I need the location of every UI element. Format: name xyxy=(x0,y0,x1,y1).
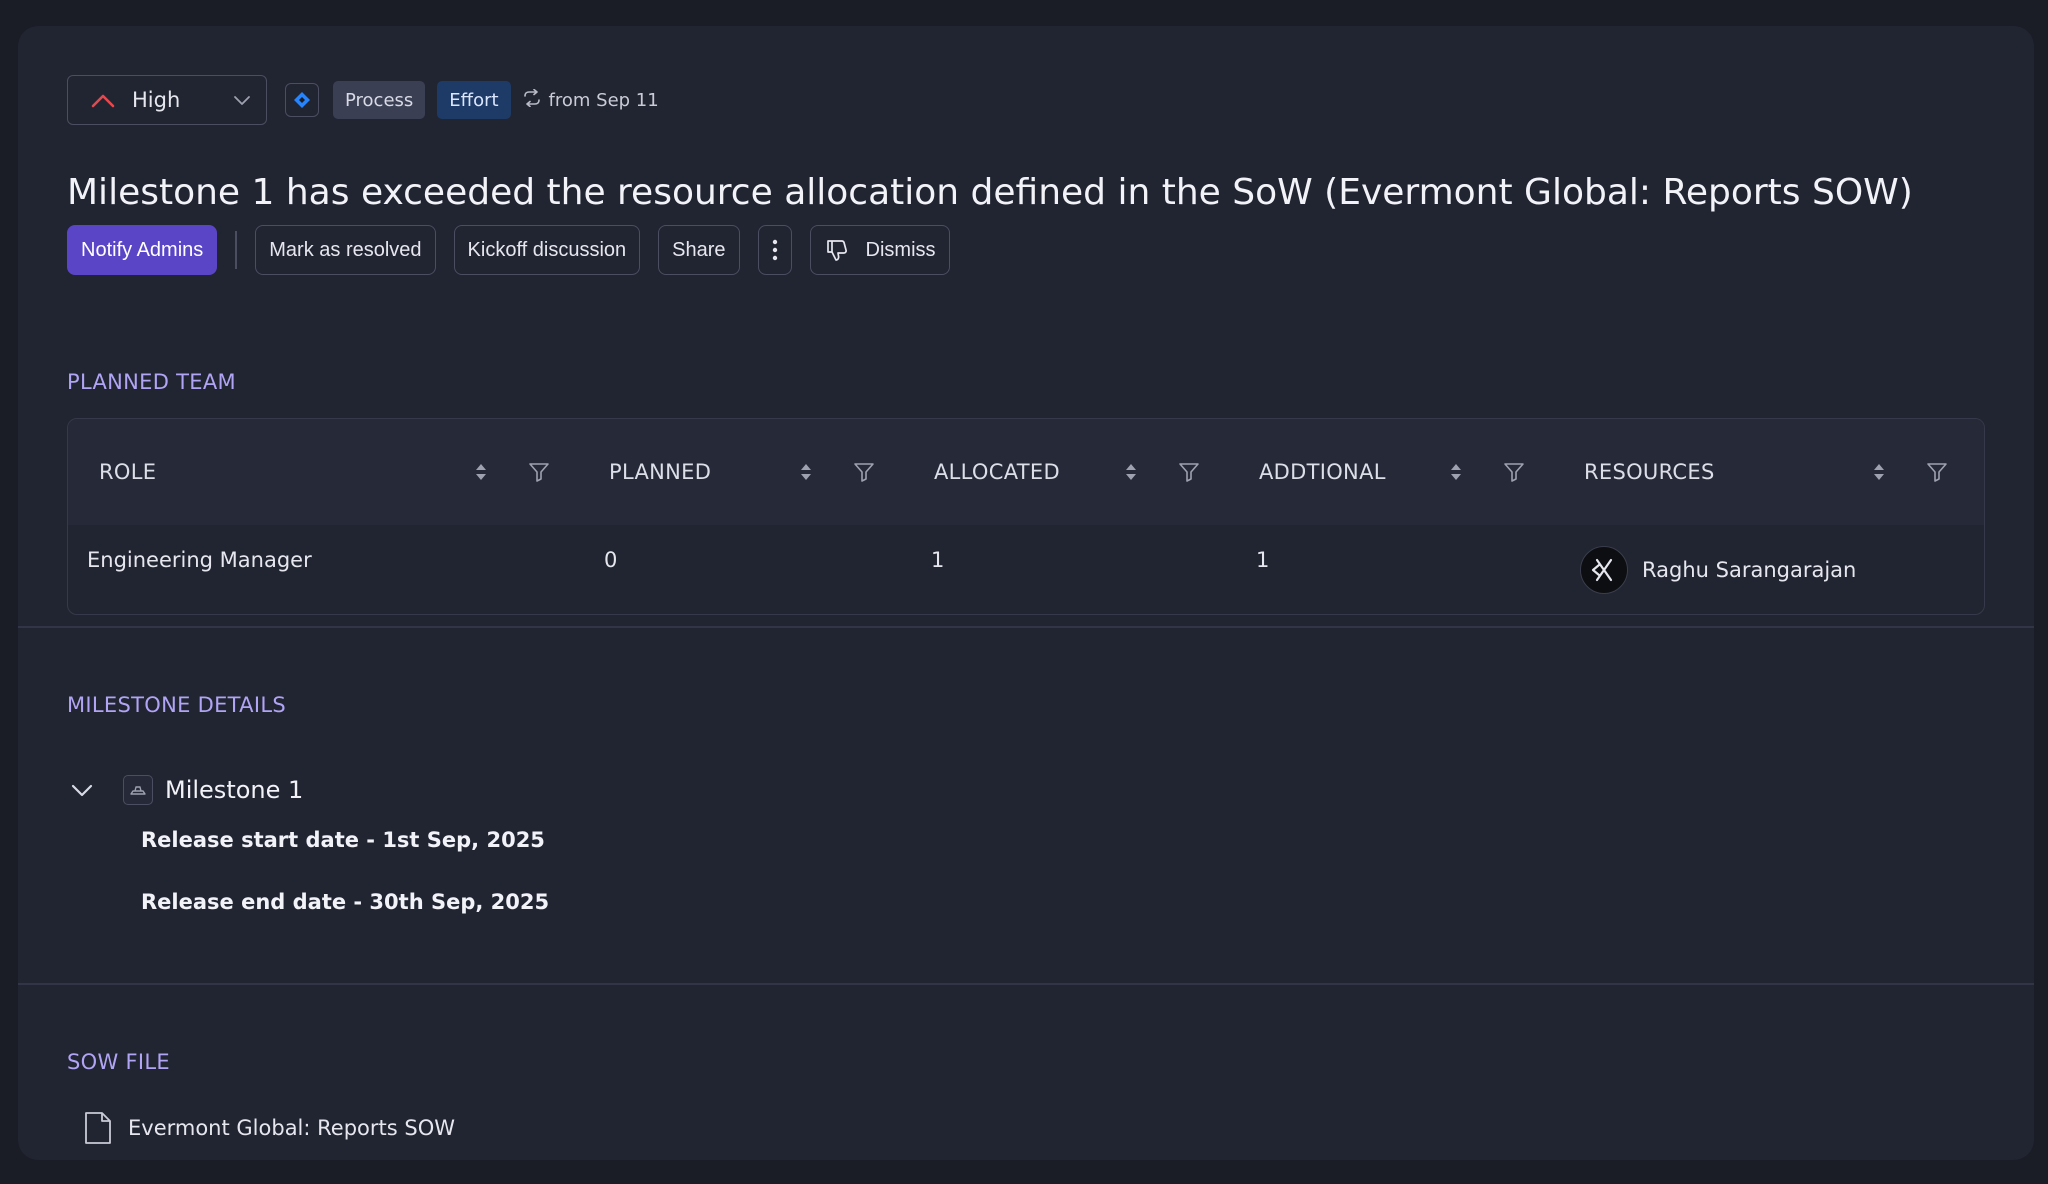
planned-team-table: ROLE PLANNED ALLOCATED ADDTIONAL RESOURC xyxy=(67,418,1985,615)
column-allocated[interactable]: ALLOCATED xyxy=(934,419,1234,525)
milestone-name: Milestone 1 xyxy=(165,776,304,804)
milestone-icon xyxy=(123,775,153,805)
avatar-logo-icon xyxy=(1591,558,1613,581)
release-start-date: Release start date - 1st Sep, 2025 xyxy=(141,828,545,852)
mark-resolved-button[interactable]: Mark as resolved xyxy=(255,225,436,275)
filter-icon[interactable] xyxy=(852,460,876,484)
sort-icon[interactable] xyxy=(1449,461,1465,483)
tag-process: Process xyxy=(333,81,426,119)
sort-icon[interactable] xyxy=(474,461,490,483)
action-bar: Notify Admins Mark as resolved Kickoff d… xyxy=(67,224,1985,276)
filter-icon[interactable] xyxy=(527,460,551,484)
sort-icon[interactable] xyxy=(799,461,815,483)
sow-file-link[interactable]: Evermont Global: Reports SOW xyxy=(82,1108,1985,1148)
chevron-down-icon xyxy=(232,90,252,110)
thumbs-down-icon xyxy=(824,237,850,263)
column-role[interactable]: ROLE xyxy=(99,419,549,525)
table-row[interactable]: Engineering Manager 0 1 1 Raghu Sarangar… xyxy=(68,525,1984,614)
cell-resource: Raghu Sarangarajan xyxy=(1580,525,1856,614)
avatar xyxy=(1580,545,1628,594)
sow-file-name: Evermont Global: Reports SOW xyxy=(128,1116,455,1140)
milestone-header[interactable]: Milestone 1 xyxy=(67,769,1985,811)
planned-team-heading: PLANNED TEAM xyxy=(67,370,236,394)
chevron-down-icon[interactable] xyxy=(69,775,99,805)
since-label: from Sep 11 xyxy=(523,88,659,112)
since-text: from Sep 11 xyxy=(548,89,659,111)
table-header: ROLE PLANNED ALLOCATED ADDTIONAL RESOURC xyxy=(68,419,1984,525)
repeat-icon xyxy=(523,88,541,112)
file-icon xyxy=(82,1110,114,1146)
dismiss-button[interactable]: Dismiss xyxy=(809,225,950,275)
cell-role: Engineering Manager xyxy=(87,548,312,572)
divider xyxy=(235,231,238,269)
tag-row: High Process Effort from Sep 11 xyxy=(67,75,1985,125)
sort-icon[interactable] xyxy=(1124,461,1140,483)
sort-icon[interactable] xyxy=(1872,461,1888,483)
column-planned[interactable]: PLANNED xyxy=(609,419,909,525)
section-divider xyxy=(18,983,2034,985)
column-resources[interactable]: RESOURCES xyxy=(1584,419,1984,525)
section-divider xyxy=(18,626,2034,628)
release-end-date: Release end date - 30th Sep, 2025 xyxy=(141,890,550,914)
page-title: Milestone 1 has exceeded the resource al… xyxy=(67,172,1913,213)
sow-file-heading: SOW FILE xyxy=(67,1050,170,1074)
cell-allocated: 1 xyxy=(931,548,945,572)
cell-additional: 1 xyxy=(1256,548,1270,572)
cell-planned: 0 xyxy=(604,548,618,572)
filter-icon[interactable] xyxy=(1502,460,1526,484)
jira-icon[interactable] xyxy=(285,83,319,117)
kickoff-discussion-button[interactable]: Kickoff discussion xyxy=(453,225,641,275)
dismiss-label: Dismiss xyxy=(865,238,936,261)
insight-card: High Process Effort from Sep 11 Mileston… xyxy=(18,26,2034,1160)
more-options-button[interactable] xyxy=(757,225,792,275)
priority-up-icon xyxy=(90,87,116,113)
tag-effort: Effort xyxy=(437,81,511,119)
priority-value: High xyxy=(132,88,181,112)
priority-dropdown[interactable]: High xyxy=(67,75,267,125)
notify-admins-button[interactable]: Notify Admins xyxy=(67,225,218,275)
column-additional[interactable]: ADDTIONAL xyxy=(1259,419,1559,525)
milestone-details-heading: MILESTONE DETAILS xyxy=(67,693,286,717)
filter-icon[interactable] xyxy=(1177,460,1201,484)
more-vertical-icon xyxy=(772,239,777,261)
resource-name: Raghu Sarangarajan xyxy=(1642,557,1857,582)
filter-icon[interactable] xyxy=(1925,460,1949,484)
share-button[interactable]: Share xyxy=(658,225,740,275)
